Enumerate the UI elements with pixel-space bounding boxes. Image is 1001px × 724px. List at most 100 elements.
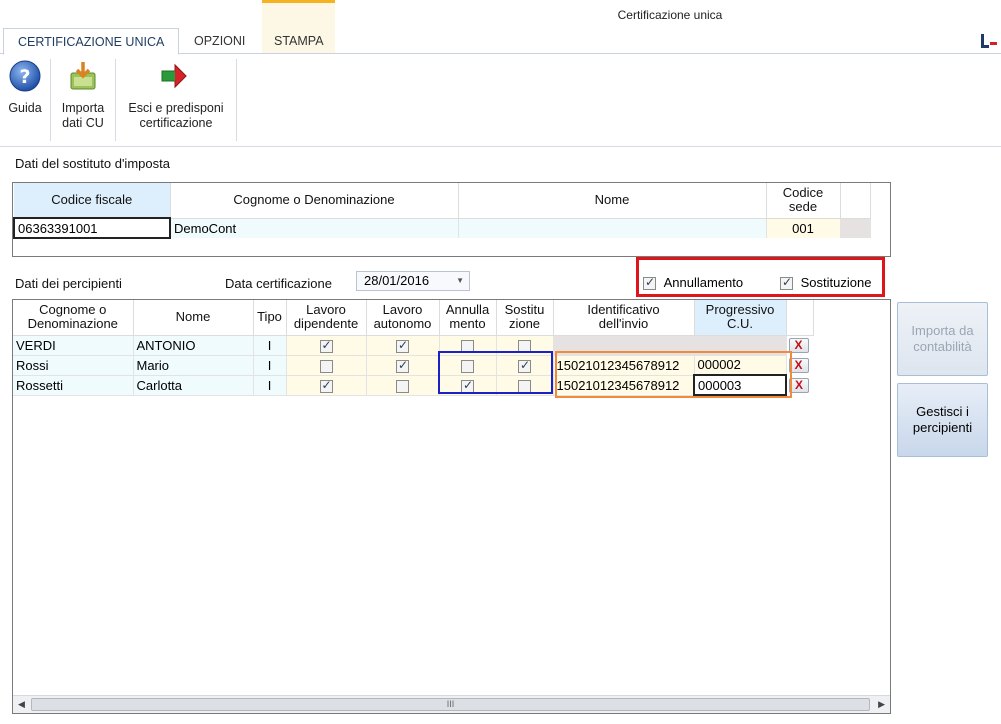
- header-text: Denominazione: [27, 316, 118, 332]
- importa-contabilita-label-1: Importa da: [911, 323, 974, 338]
- delete-row-button[interactable]: X: [789, 378, 809, 393]
- importa-dati-cu-button[interactable]: Importa dati CU: [54, 59, 112, 131]
- cognome-cell[interactable]: Rossi: [13, 355, 134, 376]
- lavoro-autonomo-cell[interactable]: [366, 375, 440, 396]
- sostituzione-checkbox[interactable]: Sostituzione: [780, 275, 872, 291]
- scrollbar-thumb[interactable]: III: [31, 698, 870, 711]
- nome-cell[interactable]: [458, 218, 767, 238]
- percipienti-section-label: Dati dei percipienti: [15, 276, 122, 291]
- lavoro-dipendente-checkbox[interactable]: [319, 378, 333, 393]
- importa-label-2: dati CU: [62, 116, 104, 130]
- lavoro-autonomo-checkbox[interactable]: [396, 358, 409, 373]
- lavoro-dipendente-cell[interactable]: [286, 335, 367, 356]
- esci-label-2: certificazione: [139, 116, 213, 130]
- window-title: Certificazione unica: [617, 8, 723, 22]
- app-logo-icon: [981, 34, 997, 48]
- annullamento-sostituzione-highlight: [438, 351, 553, 394]
- tab-certificazione-unica[interactable]: CERTIFICAZIONE UNICA: [3, 28, 180, 55]
- lavoro-dipendente-cell[interactable]: [286, 375, 367, 396]
- lavoro-autonomo-checkbox[interactable]: [396, 338, 409, 353]
- ribbon-separator: [50, 59, 51, 141]
- lavoro-dipendente-cell[interactable]: [286, 355, 367, 376]
- header-text: C.U.: [727, 316, 753, 332]
- blank-cell: [840, 218, 871, 238]
- nome-cell[interactable]: ANTONIO: [133, 335, 254, 356]
- cognome-cell[interactable]: VERDI: [13, 335, 134, 356]
- header-text: autonomo: [373, 316, 432, 332]
- tipo-cell[interactable]: I: [253, 375, 287, 396]
- arrow-exit-icon: [161, 63, 187, 89]
- annullamento-checkbox[interactable]: Annullamento: [643, 275, 744, 291]
- codice-sede-cell[interactable]: 001: [766, 218, 841, 238]
- scroll-right-icon[interactable]: ▶: [878, 699, 885, 710]
- ribbon-toolbar: ? Guida Importa dati CU Esci e predispon…: [0, 55, 1001, 147]
- lavoro-autonomo-cell[interactable]: [366, 335, 440, 356]
- ribbon-separator: [115, 59, 116, 141]
- tipo-cell[interactable]: I: [253, 335, 287, 356]
- header-identificativo[interactable]: Identificativo dell'invio: [553, 300, 695, 336]
- header-codice-sede-2: sede: [788, 199, 818, 215]
- data-certificazione-select[interactable]: 28/01/2016 ▼: [356, 271, 470, 291]
- annullamento-check[interactable]: [643, 275, 656, 291]
- header-lavoro-dipendente[interactable]: Lavoro dipendente: [286, 300, 367, 336]
- lavoro-autonomo-checkbox[interactable]: [396, 379, 409, 393]
- nome-cell[interactable]: Mario: [133, 355, 254, 376]
- header-cognome[interactable]: Cognome o Denominazione: [170, 183, 459, 219]
- import-icon: [70, 62, 96, 90]
- tab-stampa[interactable]: STAMPA: [260, 28, 338, 54]
- nome-cell[interactable]: Carlotta: [133, 375, 254, 396]
- esci-predisponi-button[interactable]: Esci e predisponi certificazione: [119, 59, 233, 131]
- sostituto-grid: Codice fiscale Cognome o Denominazione N…: [12, 182, 891, 257]
- chevron-down-icon: ▼: [456, 276, 464, 285]
- sostituzione-label: Sostituzione: [800, 275, 872, 290]
- tipo-cell[interactable]: I: [253, 355, 287, 376]
- importa-da-contabilita-button[interactable]: Importa da contabilità: [897, 302, 988, 376]
- header-text: dell'invio: [598, 316, 649, 332]
- svg-text:?: ?: [19, 66, 30, 88]
- header-text: dipendente: [293, 316, 359, 332]
- header-progressivo[interactable]: Progressivo C.U.: [694, 300, 787, 336]
- horizontal-scrollbar[interactable]: ◀ III ▶: [13, 695, 890, 713]
- header-text: mento: [449, 316, 486, 332]
- header-lavoro-autonomo[interactable]: Lavoro autonomo: [366, 300, 440, 336]
- gestisci-percipienti-button[interactable]: Gestisci i percipienti: [897, 383, 988, 457]
- header-tipo[interactable]: Tipo: [253, 300, 287, 336]
- header-codice-fiscale[interactable]: Codice fiscale: [14, 183, 171, 219]
- lavoro-dipendente-checkbox[interactable]: [319, 359, 333, 373]
- header-text: Lavoro: [306, 302, 346, 318]
- gestisci-label-2: percipienti: [912, 420, 973, 435]
- header-text: zione: [508, 316, 541, 332]
- header-text: Progressivo: [705, 302, 775, 318]
- header-nome-percipiente[interactable]: Nome: [133, 300, 254, 336]
- header-annullamento[interactable]: Annulla mento: [439, 300, 497, 336]
- tab-opzioni[interactable]: OPZIONI: [180, 28, 259, 54]
- data-certificazione-value: 28/01/2016: [364, 273, 430, 288]
- header-text: Annulla: [445, 302, 490, 318]
- header-nome[interactable]: Nome: [458, 183, 767, 219]
- codice-fiscale-cell[interactable]: 06363391001: [13, 217, 171, 239]
- importa-label-1: Importa: [61, 101, 105, 115]
- ribbon-tab-strip: CERTIFICAZIONE UNICA OPZIONI STAMPA: [0, 28, 1001, 55]
- lavoro-autonomo-cell[interactable]: [366, 355, 440, 376]
- cognome-cell[interactable]: Rossetti: [13, 375, 134, 396]
- guida-label: Guida: [8, 101, 42, 115]
- header-codice-sede-1: Codice: [782, 185, 824, 201]
- sostituto-section-label: Dati del sostituto d'imposta: [15, 156, 170, 171]
- header-text: Cognome o: [39, 302, 107, 318]
- scroll-left-icon[interactable]: ◀: [18, 699, 25, 710]
- guida-button[interactable]: ? Guida: [4, 59, 46, 116]
- header-sostituzione[interactable]: Sostitu zione: [496, 300, 554, 336]
- sostituzione-check[interactable]: [780, 275, 793, 291]
- cognome-cell[interactable]: DemoCont: [170, 218, 459, 238]
- header-codice-sede[interactable]: Codice sede: [766, 183, 841, 219]
- lavoro-dipendente-checkbox[interactable]: [319, 338, 333, 353]
- identificativo-progressivo-highlight: [555, 351, 792, 398]
- annullamento-label: Annullamento: [663, 275, 744, 290]
- header-blank: [786, 300, 814, 336]
- gestisci-label-1: Gestisci i: [916, 404, 969, 419]
- header-text: Lavoro: [382, 302, 423, 318]
- header-blank: [840, 183, 871, 219]
- header-cognome-percipiente[interactable]: Cognome o Denominazione: [13, 300, 134, 336]
- help-icon: ?: [9, 60, 41, 92]
- esci-label-1: Esci e predisponi: [128, 101, 224, 115]
